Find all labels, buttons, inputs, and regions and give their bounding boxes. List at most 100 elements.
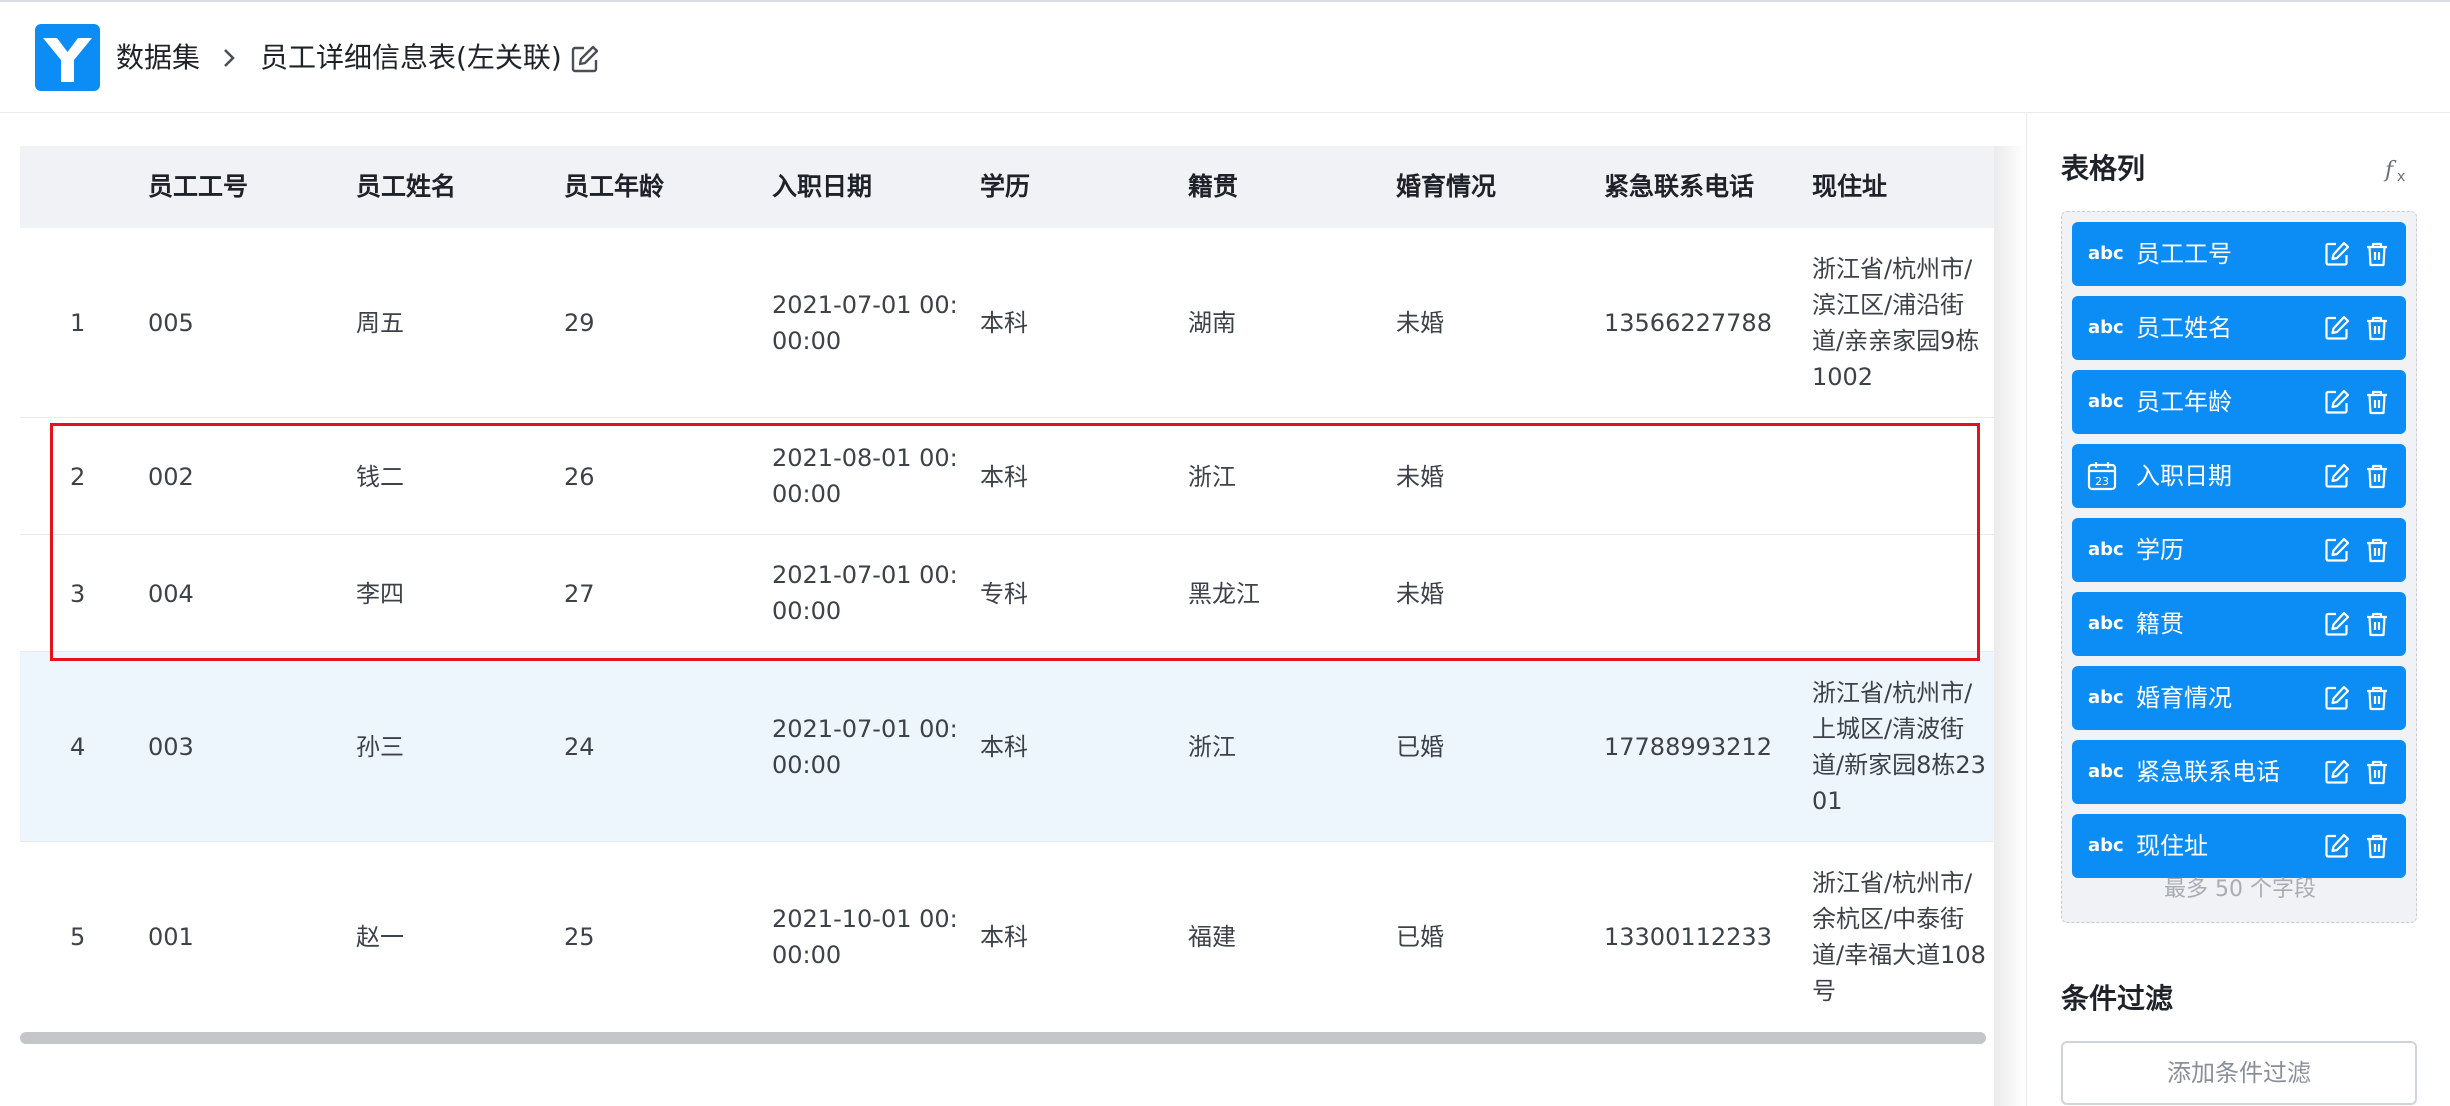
field-name: 现住址 (2136, 832, 2208, 860)
cell-phone: 13300112233 (1604, 923, 1772, 951)
field-item[interactable]: abc 现住址 (2072, 814, 2406, 878)
trash-icon[interactable] (2364, 463, 2390, 489)
cell-origin: 浙江 (1188, 462, 1236, 491)
text-type-icon: abc (2088, 835, 2124, 856)
table-row[interactable]: 3 004 李四 27 2021-07-01 00: 00:00 专科 黑龙江 未… (20, 535, 1994, 652)
trash-icon[interactable] (2364, 685, 2390, 711)
svg-text:f: f (2383, 158, 2397, 183)
column-header[interactable]: 员工姓名 (356, 146, 456, 228)
page-header: 数据集 员工详细信息表(左关联) (0, 2, 2450, 113)
cell-address: 浙江省/杭州市/滨江区/浦沿街 道/亲亲家园9栋 1002 (1812, 255, 1980, 391)
cell-marital: 未婚 (1396, 309, 1444, 337)
column-header[interactable]: 员工年龄 (564, 146, 664, 228)
column-header[interactable]: 入职日期 (772, 146, 872, 228)
edit-icon[interactable] (2324, 759, 2350, 785)
edit-title-icon[interactable] (570, 44, 600, 74)
trash-icon[interactable] (2364, 241, 2390, 267)
trash-icon[interactable] (2364, 389, 2390, 415)
cell-date: 2021-10-01 00: 00:00 (772, 905, 958, 969)
field-name: 入职日期 (2136, 462, 2232, 490)
page-title: 员工详细信息表(左关联) (260, 41, 562, 74)
columns-section-title: 表格列 (2061, 152, 2146, 185)
cell-name: 钱二 (356, 462, 404, 491)
edit-icon[interactable] (2324, 463, 2350, 489)
field-item[interactable]: abc 员工姓名 (2072, 296, 2406, 360)
cell-education: 专科 (980, 579, 1028, 608)
cell-id: 005 (148, 309, 194, 337)
edit-icon[interactable] (2324, 389, 2350, 415)
cell-marital: 已婚 (1396, 923, 1444, 951)
column-header[interactable]: 现住址 (1812, 146, 1887, 228)
text-type-icon: abc (2088, 317, 2124, 338)
field-item[interactable]: 23 入职日期 (2072, 444, 2406, 508)
column-header[interactable]: 学历 (980, 146, 1030, 228)
svg-text:23: 23 (2095, 475, 2109, 488)
cell-education: 本科 (980, 309, 1028, 337)
cell-id: 002 (148, 462, 194, 491)
field-name: 籍贯 (2136, 610, 2184, 638)
filter-section-title: 条件过滤 (2061, 982, 2174, 1015)
column-header[interactable]: 员工工号 (148, 146, 248, 228)
table-row[interactable]: 4 003 孙三 24 2021-07-01 00: 00:00 本科 浙江 已婚… (20, 652, 1994, 842)
column-header[interactable]: 婚育情况 (1396, 146, 1496, 228)
horizontal-scrollbar[interactable] (20, 1032, 1996, 1044)
cell-origin: 福建 (1188, 923, 1236, 951)
edit-icon[interactable] (2324, 537, 2350, 563)
text-type-icon: abc (2088, 613, 2124, 634)
trash-icon[interactable] (2364, 833, 2390, 859)
cell-date: 2021-07-01 00: 00:00 (772, 561, 958, 625)
scrollbar-thumb[interactable] (20, 1032, 1986, 1044)
calendar-icon: 23 (2087, 462, 2117, 491)
cell-marital: 已婚 (1396, 733, 1444, 761)
svg-text:x: x (2397, 169, 2405, 185)
trash-icon[interactable] (2364, 611, 2390, 637)
text-type-icon: abc (2088, 243, 2124, 264)
field-name: 员工工号 (2136, 240, 2232, 268)
cell-name: 孙三 (356, 733, 404, 761)
table-row[interactable]: 1 005 周五 29 2021-07-01 00: 00:00 本科 湖南 未婚… (20, 228, 1994, 418)
trash-icon[interactable] (2364, 759, 2390, 785)
cell-age: 26 (564, 462, 595, 491)
field-item[interactable]: abc 紧急联系电话 (2072, 740, 2406, 804)
table-row[interactable]: 5 001 赵一 25 2021-10-01 00: 00:00 本科 福建 已婚… (20, 842, 1994, 1032)
breadcrumb-dataset[interactable]: 数据集 (116, 38, 200, 78)
edit-icon[interactable] (2324, 685, 2350, 711)
field-limit-hint: 最多 50 个字段 (2164, 877, 2316, 902)
trash-icon[interactable] (2364, 315, 2390, 341)
cell-id: 004 (148, 579, 194, 608)
field-item[interactable]: abc 婚育情况 (2072, 666, 2406, 730)
edit-icon[interactable] (2324, 833, 2350, 859)
edit-icon[interactable] (2324, 315, 2350, 341)
text-type-icon: abc (2088, 687, 2124, 708)
cell-name: 周五 (356, 309, 404, 337)
cell-age: 25 (564, 923, 595, 951)
field-name: 员工姓名 (2136, 314, 2232, 342)
cell-phone: 13566227788 (1604, 309, 1772, 337)
row-index: 2 (70, 462, 86, 491)
field-item[interactable]: abc 学历 (2072, 518, 2406, 582)
app-logo-icon (35, 24, 100, 91)
data-table: 员工工号 员工姓名 员工年龄 入职日期 学历 籍贯 婚育情况 紧急联系电话 现住… (20, 146, 1994, 1046)
field-item[interactable]: abc 籍贯 (2072, 592, 2406, 656)
field-name: 紧急联系电话 (2136, 758, 2280, 786)
cell-marital: 未婚 (1396, 579, 1444, 608)
text-type-icon: abc (2088, 761, 2124, 782)
edit-icon[interactable] (2324, 611, 2350, 637)
formula-fx-icon[interactable]: f x (2383, 155, 2419, 185)
column-header[interactable]: 籍贯 (1188, 146, 1238, 228)
cell-education: 本科 (980, 923, 1028, 951)
field-name: 学历 (2136, 536, 2184, 564)
chevron-right-icon (224, 49, 235, 67)
column-header[interactable]: 紧急联系电话 (1604, 146, 1754, 228)
cell-phone: 17788993212 (1604, 733, 1772, 761)
cell-name: 李四 (356, 579, 404, 608)
cell-age: 24 (564, 733, 595, 761)
cell-id: 003 (148, 733, 194, 761)
add-filter-button[interactable]: 添加条件过滤 (2061, 1041, 2417, 1105)
field-item[interactable]: abc 员工工号 (2072, 222, 2406, 286)
edit-icon[interactable] (2324, 241, 2350, 267)
table-row[interactable]: 2 002 钱二 26 2021-08-01 00: 00:00 本科 浙江 未婚 (20, 418, 1994, 535)
trash-icon[interactable] (2364, 537, 2390, 563)
row-index: 1 (70, 309, 86, 337)
field-item[interactable]: abc 员工年龄 (2072, 370, 2406, 434)
